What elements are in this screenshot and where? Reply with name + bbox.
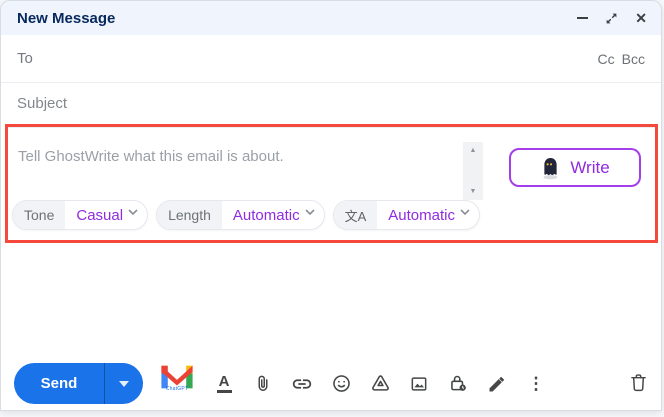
- emoji-icon: [332, 375, 350, 392]
- insert-emoji-button[interactable]: [330, 373, 352, 395]
- compose-window: New Message ✕ To Cc Bcc ▲ ▼: [0, 0, 662, 411]
- prompt-scrollbar[interactable]: ▲ ▼: [463, 142, 483, 200]
- ghost-icon: [543, 157, 558, 179]
- insert-photo-button[interactable]: [408, 373, 430, 395]
- discard-draft-button[interactable]: [628, 372, 650, 394]
- ghostwrite-options: Tone Casual Length Automatic 文A Automati…: [12, 200, 480, 230]
- to-input[interactable]: [40, 50, 590, 67]
- language-dropdown[interactable]: 文A Automatic: [332, 200, 480, 230]
- lock-clock-icon: [450, 375, 466, 391]
- more-options-icon: ⋮: [527, 374, 545, 393]
- cc-toggle[interactable]: Cc: [598, 51, 615, 67]
- insert-link-button[interactable]: [291, 373, 313, 395]
- window-controls: ✕: [577, 10, 647, 27]
- trash-icon: [631, 374, 646, 392]
- to-label: To: [17, 50, 33, 67]
- ghostwrite-prompt-input[interactable]: [18, 138, 446, 174]
- link-icon: [292, 378, 312, 389]
- insert-signature-button[interactable]: [486, 373, 508, 395]
- formatting-options-button[interactable]: A: [213, 373, 235, 395]
- length-label: Length: [157, 201, 222, 229]
- expand-button[interactable]: [605, 12, 618, 25]
- chatgpt-gmail-extension-button[interactable]: ChatGPT: [158, 364, 196, 398]
- write-button-label: Write: [570, 157, 610, 177]
- chevron-down-icon: [305, 208, 324, 222]
- confidential-mode-button[interactable]: [447, 373, 469, 395]
- chevron-down-icon: [128, 208, 147, 222]
- attach-files-button[interactable]: [252, 373, 274, 395]
- bcc-toggle[interactable]: Bcc: [622, 51, 645, 67]
- scroll-down-icon[interactable]: ▼: [470, 188, 477, 195]
- tone-label: Tone: [13, 201, 66, 229]
- chevron-down-icon: [460, 208, 479, 222]
- scroll-up-icon[interactable]: ▲: [470, 147, 477, 154]
- insert-from-drive-button[interactable]: [369, 373, 391, 395]
- more-options-button[interactable]: ⋮: [525, 373, 547, 395]
- minimize-icon: [577, 17, 589, 19]
- length-dropdown[interactable]: Length Automatic: [156, 200, 325, 230]
- length-value: Automatic: [232, 206, 300, 224]
- tone-value: Casual: [76, 206, 124, 224]
- translate-icon: 文A: [333, 201, 378, 229]
- send-options-button[interactable]: [105, 363, 143, 404]
- write-button[interactable]: Write: [509, 148, 641, 187]
- drive-icon: [371, 375, 389, 391]
- subject-row: [1, 83, 661, 124]
- message-body[interactable]: [1, 247, 661, 359]
- send-split-button: Send: [14, 363, 143, 404]
- extension-label: ChatGPT: [165, 386, 189, 392]
- compose-header: New Message ✕: [1, 1, 661, 35]
- recipients-row: To Cc Bcc: [1, 35, 661, 83]
- formatting-a-icon: A: [216, 374, 232, 393]
- open-in-full-icon: [606, 13, 617, 23]
- image-icon: [411, 376, 427, 391]
- pen-icon: [489, 376, 505, 391]
- send-button[interactable]: Send: [14, 363, 104, 404]
- paperclip-icon: [258, 375, 268, 391]
- cc-bcc-toggles: Cc Bcc: [598, 51, 645, 67]
- compose-toolbar: A ⋮: [213, 363, 547, 404]
- ghostwrite-highlight-box: ▲ ▼ Write Tone Casual: [5, 124, 658, 243]
- close-button[interactable]: ✕: [635, 10, 647, 27]
- dropdown-arrow-icon: [119, 380, 129, 387]
- minimize-button[interactable]: [577, 17, 589, 19]
- subject-input[interactable]: [17, 95, 645, 112]
- language-value: Automatic: [388, 206, 455, 224]
- tone-dropdown[interactable]: Tone Casual: [12, 200, 149, 230]
- window-title: New Message: [17, 9, 116, 27]
- ghostwrite-panel: ▲ ▼ Write Tone Casual: [8, 127, 655, 240]
